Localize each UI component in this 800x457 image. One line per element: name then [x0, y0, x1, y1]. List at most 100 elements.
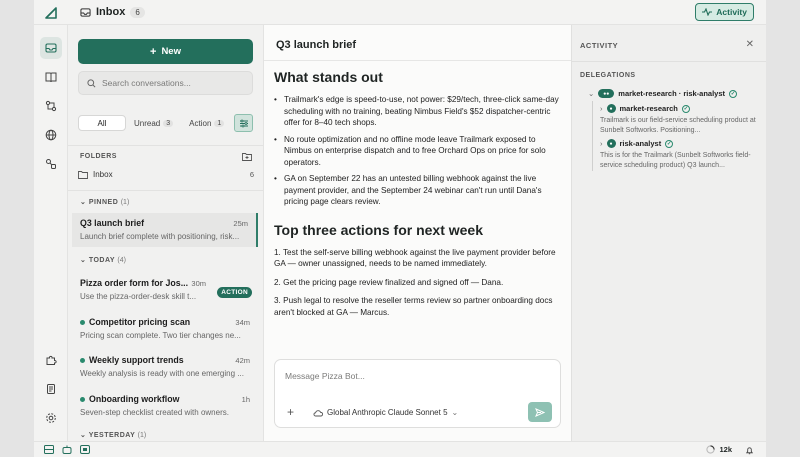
composer-placeholder: Message Pizza Bot... — [285, 371, 365, 381]
chevron-down-icon: ⌄ — [80, 432, 89, 439]
rail-settings-button[interactable] — [40, 407, 62, 429]
send-icon — [535, 407, 545, 417]
activity-toggle-button[interactable]: Activity — [695, 3, 754, 21]
check-icon: ✓ — [665, 139, 674, 148]
unread-dot — [80, 357, 85, 363]
delegation-child-name: risk-analyst — [619, 139, 662, 148]
conversation-snippet: Launch brief complete with positioning, … — [80, 232, 240, 241]
conversation-item[interactable]: Competitor pricing scan 34m Pricing scan… — [72, 312, 258, 346]
inbox-icon — [80, 7, 91, 17]
chevron-down-icon: ⌄ — [588, 89, 595, 98]
filter-unread-count: 3 — [163, 119, 174, 127]
conversation-time: 25m — [233, 219, 248, 228]
rail-logs-button[interactable] — [40, 378, 62, 400]
add-folder-icon[interactable] — [242, 152, 252, 161]
conversation-item[interactable]: Q3 launch brief 25m Launch brief complet… — [72, 213, 258, 247]
folders-heading: FOLDERS — [80, 153, 117, 160]
search-placeholder: Search conversations... — [102, 78, 191, 88]
delegation-root[interactable]: ⌄ ●● market-research · risk-analyst ✓ — [588, 89, 738, 98]
book-icon — [45, 72, 57, 83]
yesterday-heading[interactable]: ⌄ YESTERDAY (1) — [80, 431, 146, 439]
action-badge: ACTION — [217, 287, 252, 298]
nav-rail — [34, 25, 68, 441]
activity-panel: ACTIVITY ✕ DELEGATIONS ⌄ ●● market-resea… — [571, 25, 766, 441]
conversation-time: 42m — [235, 356, 250, 365]
action-item: 2. Get the pricing page review finalized… — [274, 277, 504, 287]
filter-all-tab[interactable]: All — [78, 115, 126, 131]
delegation-child[interactable]: › ● market-research ✓ — [600, 104, 690, 113]
close-icon[interactable]: ✕ — [746, 39, 754, 50]
unread-dot — [80, 396, 85, 402]
delegation-child[interactable]: › ● risk-analyst ✓ — [600, 139, 674, 148]
conversation-view: Q3 launch brief What stands out Trailmar… — [264, 25, 571, 441]
agent-icon: ● — [606, 139, 616, 148]
activity-button-label: Activity — [716, 7, 747, 17]
conversation-title: Weekly support trends — [89, 355, 184, 365]
new-conversation-button[interactable]: + New — [78, 39, 253, 64]
pinned-heading[interactable]: ⌄ PINNED (1) — [80, 198, 129, 206]
conversation-time: 1h — [241, 395, 250, 404]
unread-dot — [80, 319, 85, 325]
scroll-icon — [47, 384, 55, 394]
today-heading[interactable]: ⌄ TODAY (4) — [80, 256, 126, 264]
attach-plus-icon[interactable]: + — [287, 405, 294, 419]
conversation-item[interactable]: Pizza order form for Jos... 30m ACTION U… — [72, 273, 258, 307]
send-button[interactable] — [528, 402, 552, 422]
divider — [68, 190, 263, 191]
model-label: Global Anthropic Claude Sonnet 5 — [327, 408, 448, 417]
sliders-icon — [239, 119, 248, 127]
bell-icon[interactable] — [745, 446, 754, 455]
rail-workflows-button[interactable] — [40, 95, 62, 117]
folder-inbox[interactable]: Inbox 6 — [78, 170, 254, 179]
chevron-right-icon: › — [600, 104, 603, 113]
inbox-icon — [45, 43, 57, 53]
filter-action-tab[interactable]: Action 1 — [181, 115, 232, 131]
tree-line — [592, 101, 593, 171]
conversation-item[interactable]: Onboarding workflow 1h Seven-step checkl… — [72, 389, 258, 423]
delegation-description: This is for the Trailmark (Sunbelt Softw… — [600, 152, 751, 169]
workflow-icon — [45, 100, 57, 112]
app-window: Inbox 6 Activity + New Search conversati… — [34, 0, 766, 457]
today-label: TODAY — [88, 257, 115, 264]
folder-icon — [78, 171, 88, 179]
new-button-label: New — [161, 46, 181, 57]
conversation-snippet: Weekly analysis is ready with one emergi… — [80, 369, 244, 378]
rail-web-button[interactable] — [40, 124, 62, 146]
conversation-title: Onboarding workflow — [89, 394, 180, 404]
action-item: 1. Test the self-serve billing webhook a… — [274, 247, 556, 269]
puzzle-icon — [46, 355, 57, 365]
chevron-down-icon: ⌄ — [80, 199, 89, 206]
rail-inbox-button[interactable] — [40, 37, 62, 59]
model-selector[interactable]: Global Anthropic Claude Sonnet 5 ⌄ — [313, 408, 458, 417]
section-heading: What stands out — [274, 69, 383, 85]
check-icon: ✓ — [681, 104, 690, 113]
pulse-icon — [702, 8, 713, 16]
bot-icon[interactable] — [62, 445, 72, 454]
rail-library-button[interactable] — [40, 66, 62, 88]
filter-unread-tab[interactable]: Unread 3 — [126, 115, 181, 131]
conversation-item[interactable]: Weekly support trends 42m Weekly analysi… — [72, 350, 258, 384]
conversation-snippet: Seven-step checklist created with owners… — [80, 408, 229, 417]
conversation-heading: Q3 launch brief — [276, 39, 357, 51]
pinned-count: (1) — [120, 199, 130, 206]
conversation-time: 34m — [235, 318, 250, 327]
conversation-sidebar: + New Search conversations... All Unread… — [68, 25, 264, 441]
message-content: What stands out Trailmark's edge is spee… — [274, 69, 562, 325]
message-composer[interactable]: Message Pizza Bot... + Global Anthropic … — [274, 359, 561, 428]
cloud-icon — [313, 409, 323, 416]
agent-group-icon: ●● — [598, 89, 615, 98]
list-item: Trailmark's edge is speed-to-use, not po… — [274, 94, 562, 129]
agent-icon: ● — [606, 104, 616, 113]
header-title-group: Inbox 6 — [80, 6, 145, 18]
rail-plugins-button[interactable] — [40, 349, 62, 371]
terminal-icon[interactable] — [80, 445, 90, 454]
conversation-snippet: Use the pizza-order-desk skill t... — [80, 292, 197, 301]
rail-connections-button[interactable] — [40, 153, 62, 175]
layout-icon[interactable] — [44, 445, 54, 454]
filter-settings-button[interactable] — [234, 114, 253, 132]
app-logo-icon[interactable] — [43, 5, 59, 21]
filter-tabs: All Unread 3 Action 1 — [78, 115, 232, 131]
token-count: 12k — [719, 445, 732, 454]
conversation-time: 30m — [191, 279, 206, 288]
search-input[interactable]: Search conversations... — [78, 71, 253, 95]
